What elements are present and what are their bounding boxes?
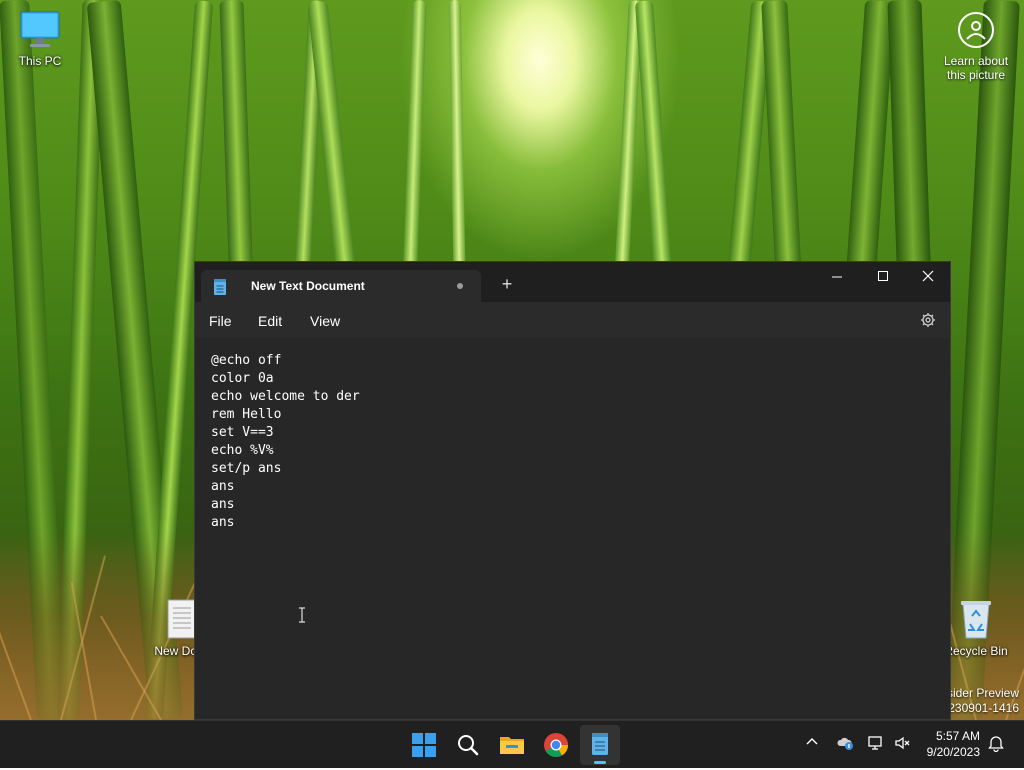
minimize-button[interactable]	[814, 262, 860, 292]
notepad-icon	[213, 279, 227, 298]
title-bar[interactable]: New Text Document +	[195, 262, 950, 302]
build-watermark-line-1: sider Preview	[946, 686, 1019, 700]
search-icon	[448, 735, 488, 769]
network-tray[interactable]	[867, 735, 885, 756]
clock[interactable]: 5:57 AM 9/20/2023	[927, 728, 980, 760]
folder-icon	[492, 737, 532, 769]
learn-about-picture[interactable]: Learn about this picture	[936, 12, 1016, 82]
learn-line-2: this picture	[946, 68, 1006, 82]
volume-tray[interactable]	[894, 735, 912, 756]
tab-new-text-document[interactable]: New Text Document	[201, 270, 481, 302]
notepad-window: New Text Document + File Edit View @echo…	[194, 261, 951, 720]
build-watermark-line-2: .230901-1416	[944, 701, 1019, 715]
chrome-button[interactable]	[536, 725, 576, 765]
text-line: set V==3	[211, 425, 274, 440]
menu-file[interactable]: File	[209, 313, 232, 329]
search-button[interactable]	[448, 725, 488, 765]
text-line: ans	[211, 497, 235, 512]
text-line: color 0a	[211, 371, 274, 386]
chevron-up-icon	[805, 736, 819, 753]
desktop-icon-label: This PC	[18, 54, 62, 68]
windows-logo-icon	[404, 733, 444, 769]
notepad-taskbar-button[interactable]	[580, 725, 620, 765]
menu-edit[interactable]: Edit	[258, 313, 282, 329]
recycle-bin-icon	[958, 598, 994, 640]
text-line: ans	[211, 479, 235, 494]
show-hidden-icons-button[interactable]	[805, 735, 819, 754]
onedrive-tray[interactable]	[836, 735, 854, 756]
monitor-icon	[18, 10, 62, 50]
clock-date: 9/20/2023	[926, 745, 980, 759]
taskbar: 5:57 AM 9/20/2023	[0, 720, 1024, 768]
clock-time: 5:57 AM	[935, 729, 980, 743]
text-line: echo %V%	[211, 443, 274, 458]
network-icon	[867, 736, 885, 755]
new-tab-button[interactable]: +	[497, 275, 517, 293]
bell-icon	[988, 736, 1004, 756]
desktop-icon-this-pc[interactable]: This PC	[0, 10, 80, 68]
camera-spotlight-icon	[958, 12, 994, 48]
text-line: echo welcome to der	[211, 389, 360, 404]
notifications-button[interactable]	[988, 734, 1004, 757]
close-button[interactable]	[905, 262, 950, 292]
cloud-info-icon	[836, 737, 854, 755]
speaker-muted-icon	[894, 736, 912, 755]
menu-bar: File Edit View	[195, 302, 950, 338]
text-line: rem Hello	[211, 407, 282, 422]
maximize-button[interactable]	[860, 262, 906, 292]
text-line: ans	[211, 515, 235, 530]
text-cursor-icon	[298, 607, 306, 628]
chrome-icon	[536, 733, 576, 769]
gear-icon[interactable]	[920, 312, 936, 333]
menu-view[interactable]: View	[310, 313, 340, 329]
active-app-indicator	[594, 761, 606, 764]
learn-line-1: Learn about	[943, 54, 1009, 68]
start-button[interactable]	[404, 725, 444, 765]
file-explorer-button[interactable]	[492, 725, 532, 765]
text-editor[interactable]: @echo off color 0a echo welcome to der r…	[211, 352, 360, 532]
unsaved-indicator[interactable]	[457, 283, 463, 289]
text-line: set/p ans	[211, 461, 282, 476]
text-line: @echo off	[211, 353, 282, 368]
tab-title: New Text Document	[251, 279, 365, 293]
